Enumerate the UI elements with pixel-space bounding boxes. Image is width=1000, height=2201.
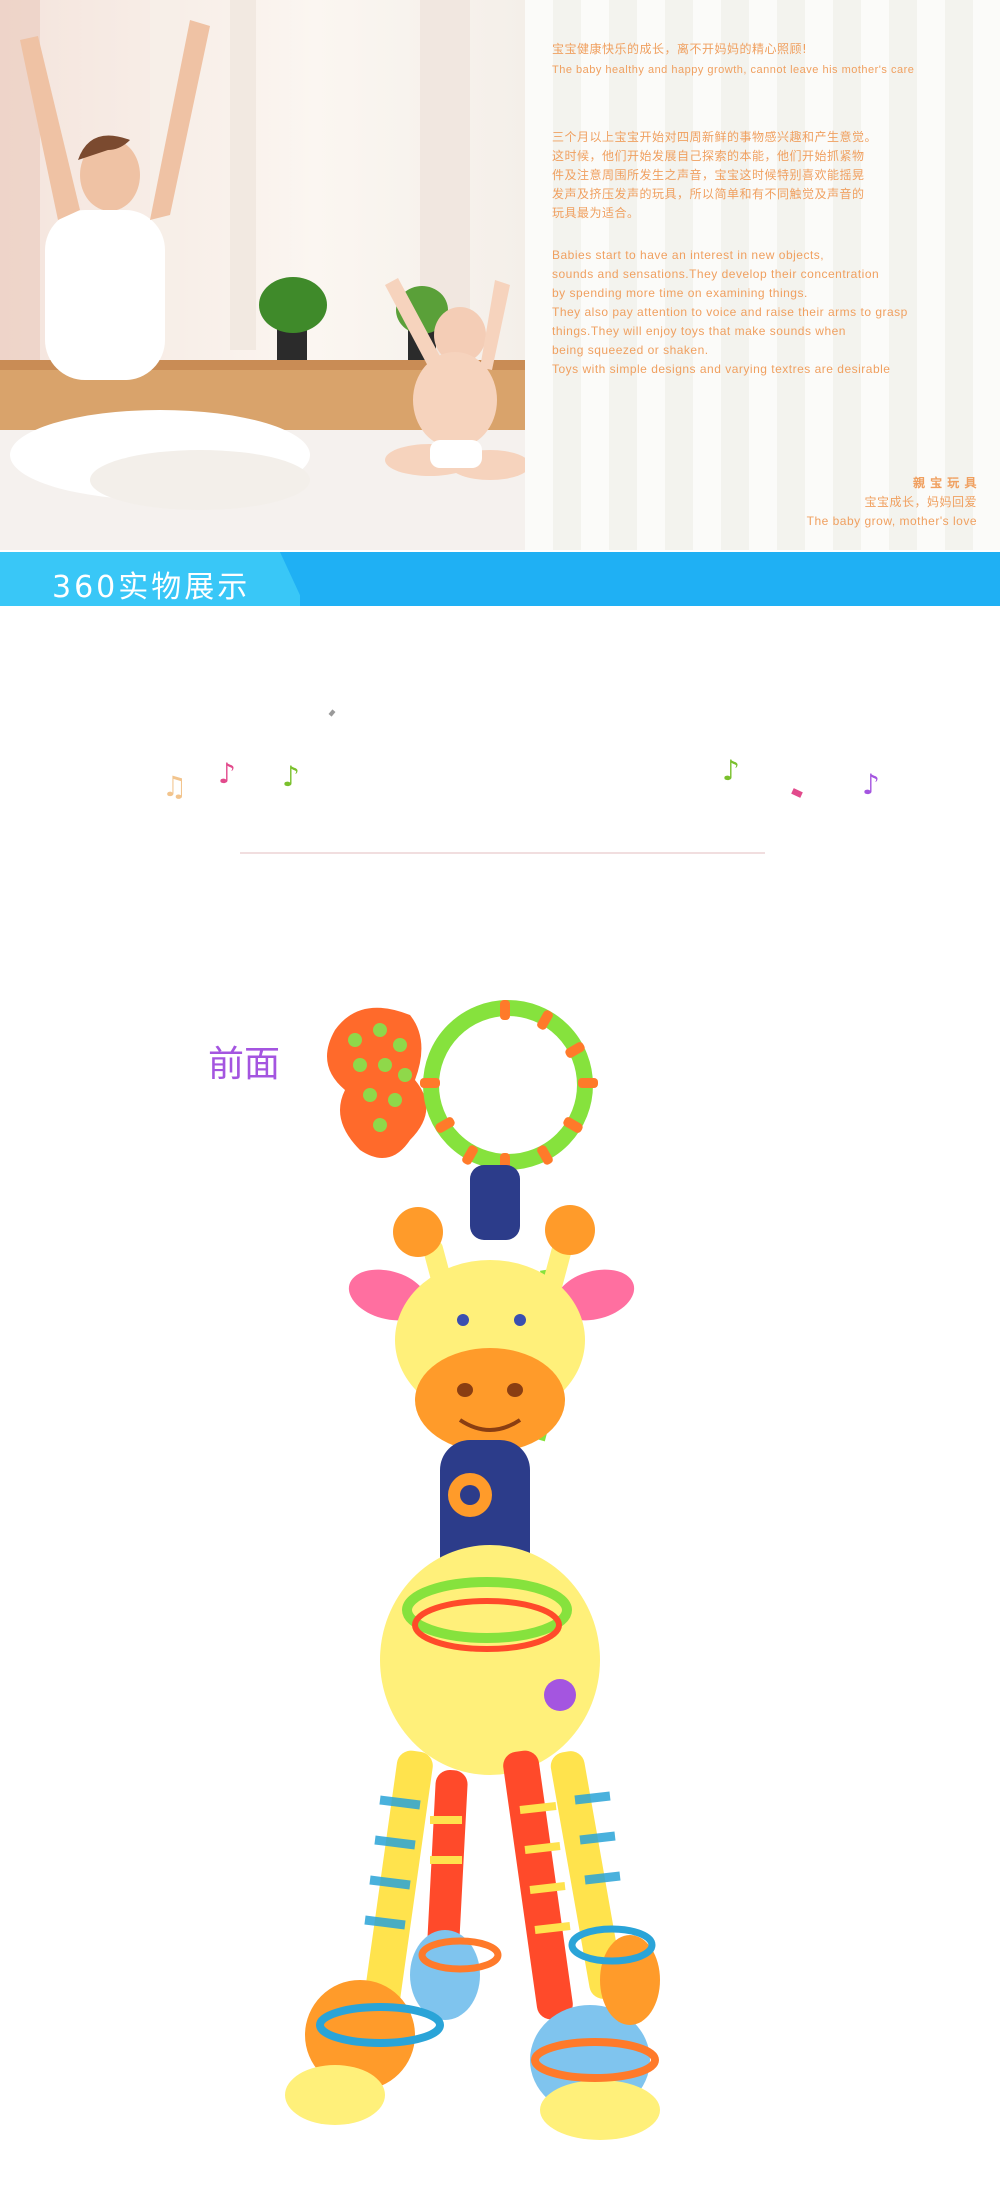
para-cn-line: 三个月以上宝宝开始对四周新鲜的事物感兴趣和产生意觉。 [552, 130, 878, 144]
para-en-line: things.They will enjoy toys that make so… [552, 324, 846, 338]
para-en-line: sounds and sensations.They develop their… [552, 267, 880, 281]
slogan-cn: 宝宝健康快乐的成长，离不开妈妈的精心照顾! [552, 42, 808, 56]
mother-baby-photo [0, 0, 525, 550]
para-cn-line: 这时候，他们开始发展自己探索的本能，他们开始抓紧物 [552, 149, 865, 163]
brand-line-en: The baby grow, mother's love [806, 514, 977, 528]
small-dash-icon [328, 709, 336, 717]
hero-text-panel: 宝宝健康快乐的成长，离不开妈妈的精心照顾! The baby healthy a… [525, 0, 1000, 550]
section-banner: 360实物展示 [0, 552, 1000, 606]
music-note-icon: ♪ [722, 754, 740, 787]
para-en-line: They also pay attention to voice and rai… [552, 305, 908, 319]
mother-baby-illustration [0, 0, 525, 550]
para-en-line: by spending more time on examining thing… [552, 286, 808, 300]
giraffe-toy-image [0, 970, 1000, 2196]
music-note-icon: ♪ [862, 768, 880, 801]
brand-title: 親 宝 玩 具 [912, 476, 977, 490]
divider-line [240, 852, 765, 854]
slogan-en: The baby healthy and happy growth, canno… [552, 64, 915, 76]
music-note-icon: ♫ [162, 770, 188, 803]
music-notes-decoration: ♫ ♪ ♪ ♪ ♪ [0, 690, 1000, 870]
giraffe-toy-illustration [285, 1000, 660, 2140]
small-dash-icon [791, 788, 803, 798]
para-cn-line: 发声及挤压发声的玩具，所以简单和有不同触觉及声音的 [552, 187, 865, 201]
para-en-line: Babies start to have an interest in new … [552, 248, 825, 262]
brand-line-cn: 宝宝成长，妈妈回爱 [864, 495, 977, 509]
banner-title: 360实物展示 [52, 570, 251, 605]
hero-section: 宝宝健康快乐的成长，离不开妈妈的精心照顾! The baby healthy a… [0, 0, 1000, 550]
music-note-icon: ♪ [218, 757, 236, 790]
para-cn-line: 玩具最为适合。 [552, 206, 640, 220]
para-cn-line: 件及注意周围所发生之声音，宝宝这时候特别喜欢能摇晃 [552, 168, 865, 182]
music-note-icon: ♪ [282, 760, 300, 793]
para-en-line: Toys with simple designs and varying tex… [552, 362, 891, 376]
para-en-line: being squeezed or shaken. [552, 343, 709, 357]
